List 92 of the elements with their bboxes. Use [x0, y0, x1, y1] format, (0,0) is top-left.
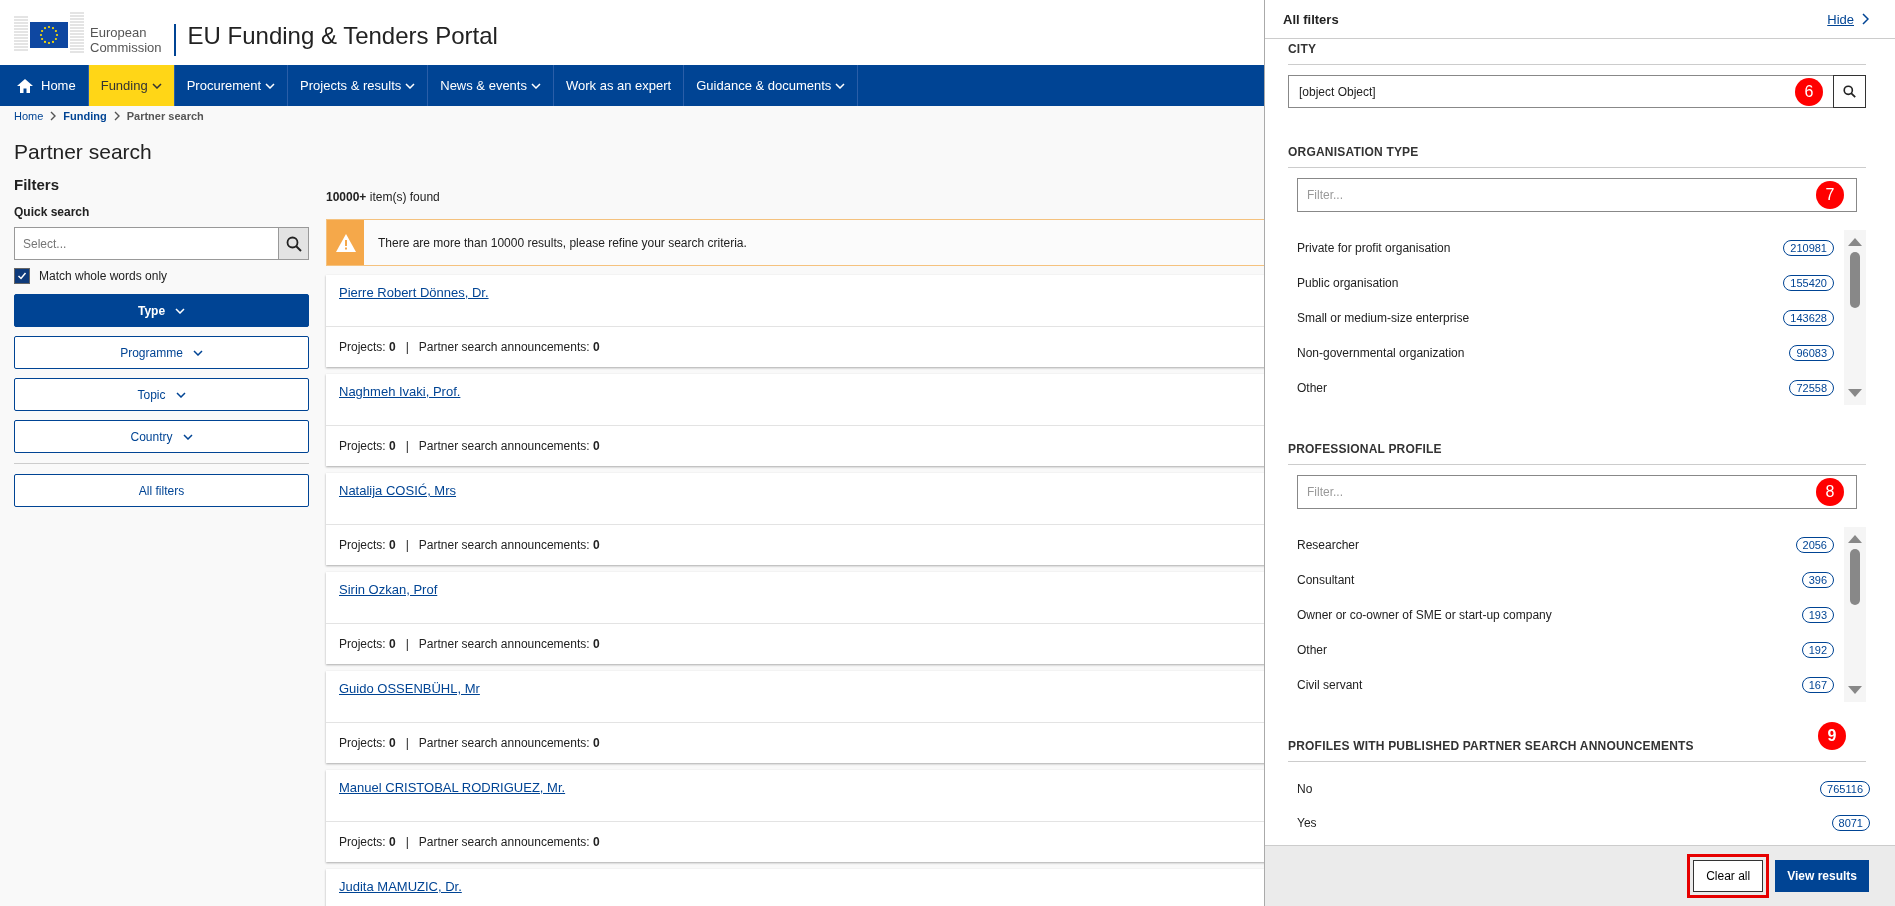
breadcrumb-link[interactable]: Partner search	[126, 110, 204, 122]
nav-item[interactable]: Procurement	[174, 65, 289, 106]
chevron-down-icon	[175, 391, 186, 398]
card-stats: Projects: 0 | Partner search announcements: 0	[339, 538, 600, 552]
scrollbar-thumb[interactable]	[1850, 549, 1860, 605]
card-stats: Projects: 0 | Partner search announcements: 0	[339, 637, 600, 651]
portal-title: EU Funding & Tenders Portal	[187, 21, 498, 50]
section-heading: CITY	[1288, 42, 1317, 56]
org-name: Commission	[90, 39, 162, 55]
filter-option[interactable]: No 765116	[1297, 772, 1880, 806]
warning-text: There are more than 10000 results, please refine your search criteria.	[377, 235, 747, 250]
scrollbar[interactable]	[1844, 527, 1866, 702]
filter-option[interactable]: Consultant 396	[1297, 562, 1844, 597]
filter-dropdown-button[interactable]: Programme	[14, 336, 309, 369]
profile-link[interactable]: Natalija COSIĆ, Mrs	[339, 483, 457, 498]
filter-dropdown-button[interactable]: Type	[14, 294, 309, 327]
scroll-down-icon[interactable]	[1848, 389, 1862, 397]
field-label: Quick search	[14, 205, 91, 219]
profile-link[interactable]: Guido OSSENBÜHL, Mr	[339, 681, 480, 696]
org-name: European	[90, 24, 148, 40]
clear-all-button[interactable]: Clear all	[1693, 860, 1764, 892]
filter-dropdown-button[interactable]: Topic	[14, 378, 309, 411]
profile-link[interactable]: Sirin Ozkan, Prof	[339, 582, 438, 597]
home-icon	[17, 78, 33, 93]
scroll-up-icon[interactable]	[1848, 535, 1862, 543]
warning-icon	[334, 232, 357, 253]
scrollbar-thumb[interactable]	[1850, 252, 1860, 308]
field-value: [object Object]	[1299, 84, 1376, 99]
quick-search-field[interactable]: Select...	[14, 227, 278, 260]
section-heading: PROFILES WITH PUBLISHED PARTNER SEARCH ANNOUNCEMENTS	[1288, 739, 1694, 753]
view-results-button[interactable]: View results	[1775, 860, 1869, 892]
section-heading: PROFESSIONAL PROFILE	[1288, 442, 1442, 456]
nav-item[interactable]: Funding	[88, 65, 175, 106]
search-button[interactable]	[1833, 75, 1866, 108]
placeholder: Filter...	[1307, 485, 1343, 499]
filter-option[interactable]: Yes 8071	[1297, 806, 1880, 840]
card-stats: Projects: 0 | Partner search announcements: 0	[339, 736, 600, 750]
step-marker: 7	[1816, 181, 1844, 209]
checkbox-label: Match whole words only	[39, 269, 168, 283]
step-marker: 9	[1818, 722, 1846, 750]
page-title: Partner search	[14, 140, 152, 164]
filters-heading: Filters	[14, 176, 60, 193]
filter-field[interactable]: Filter... 7	[1297, 178, 1857, 212]
filter-option[interactable]: Public organisation 155420	[1297, 265, 1844, 300]
chevron-down-icon	[175, 307, 186, 314]
chevron-icon	[1862, 13, 1869, 25]
filter-option[interactable]: Private for profit organisation 210981	[1297, 230, 1844, 265]
checkbox[interactable]	[14, 268, 30, 284]
nav-item[interactable]: Home	[5, 65, 89, 106]
step-marker: 6	[1795, 77, 1823, 106]
search-icon	[1843, 85, 1856, 98]
filter-option[interactable]: Civil servant 167	[1297, 667, 1844, 702]
filter-field[interactable]: Filter... 8	[1297, 475, 1857, 509]
chevron-down-icon	[182, 433, 193, 440]
breadcrumb-link[interactable]: Funding	[63, 110, 107, 122]
profile-link[interactable]: Naghmeh Ivaki, Prof.	[339, 384, 461, 399]
card-stats: Projects: 0 | Partner search announcements: 0	[339, 439, 600, 453]
nav-item[interactable]: Work as an expert	[553, 65, 685, 106]
scroll-up-icon[interactable]	[1848, 238, 1862, 246]
city-field[interactable]: [object Object] 6	[1288, 75, 1833, 108]
panel-title: All filters	[1283, 11, 1340, 27]
filter-option[interactable]: Owner or co-owner of SME or start-up company 193	[1297, 597, 1844, 632]
search-button[interactable]	[278, 227, 309, 260]
filter-option[interactable]: Small or medium-size enterprise 143628	[1297, 300, 1844, 335]
filter-option[interactable]: Other 72558	[1297, 370, 1844, 405]
scroll-down-icon[interactable]	[1848, 686, 1862, 694]
scrollbar[interactable]	[1844, 230, 1866, 405]
profile-link[interactable]: Pierre Robert Dönnes, Dr.	[339, 285, 489, 300]
step-marker: 8	[1816, 478, 1844, 506]
hide-link[interactable]: Hide	[1827, 11, 1854, 27]
section-heading: ORGANISATION TYPE	[1288, 145, 1419, 159]
result-count: 10000+ item(s) found	[326, 190, 440, 204]
nav-item[interactable]: Guidance & documents	[684, 65, 859, 106]
filter-dropdown-button[interactable]: Country	[14, 420, 309, 453]
chevron-icon	[50, 111, 57, 121]
chevron-down-icon	[192, 349, 203, 356]
filter-option[interactable]: Non-governmental organization 96083	[1297, 335, 1844, 370]
nav-item[interactable]: News & events	[428, 65, 554, 106]
all-filters-button[interactable]: All filters	[14, 474, 309, 507]
filter-option[interactable]: Researcher 2056	[1297, 527, 1844, 562]
profile-link[interactable]: Manuel CRISTOBAL RODRIGUEZ, Mr.	[339, 780, 566, 795]
filter-option[interactable]: Other 192	[1297, 632, 1844, 667]
chevron-icon	[113, 111, 120, 121]
placeholder: Filter...	[1307, 188, 1343, 202]
card-stats: Projects: 0 | Partner search announcements: 0	[339, 340, 600, 354]
nav-item[interactable]: Projects & results	[288, 65, 429, 106]
check-icon	[17, 271, 27, 281]
profile-link[interactable]: Judita MAMUZIC, Dr.	[339, 879, 462, 894]
card-stats: Projects: 0 | Partner search announcements: 0	[339, 835, 600, 849]
breadcrumb-link[interactable]: Home	[14, 110, 44, 122]
flag-logo	[14, 9, 84, 56]
search-icon	[285, 235, 302, 252]
